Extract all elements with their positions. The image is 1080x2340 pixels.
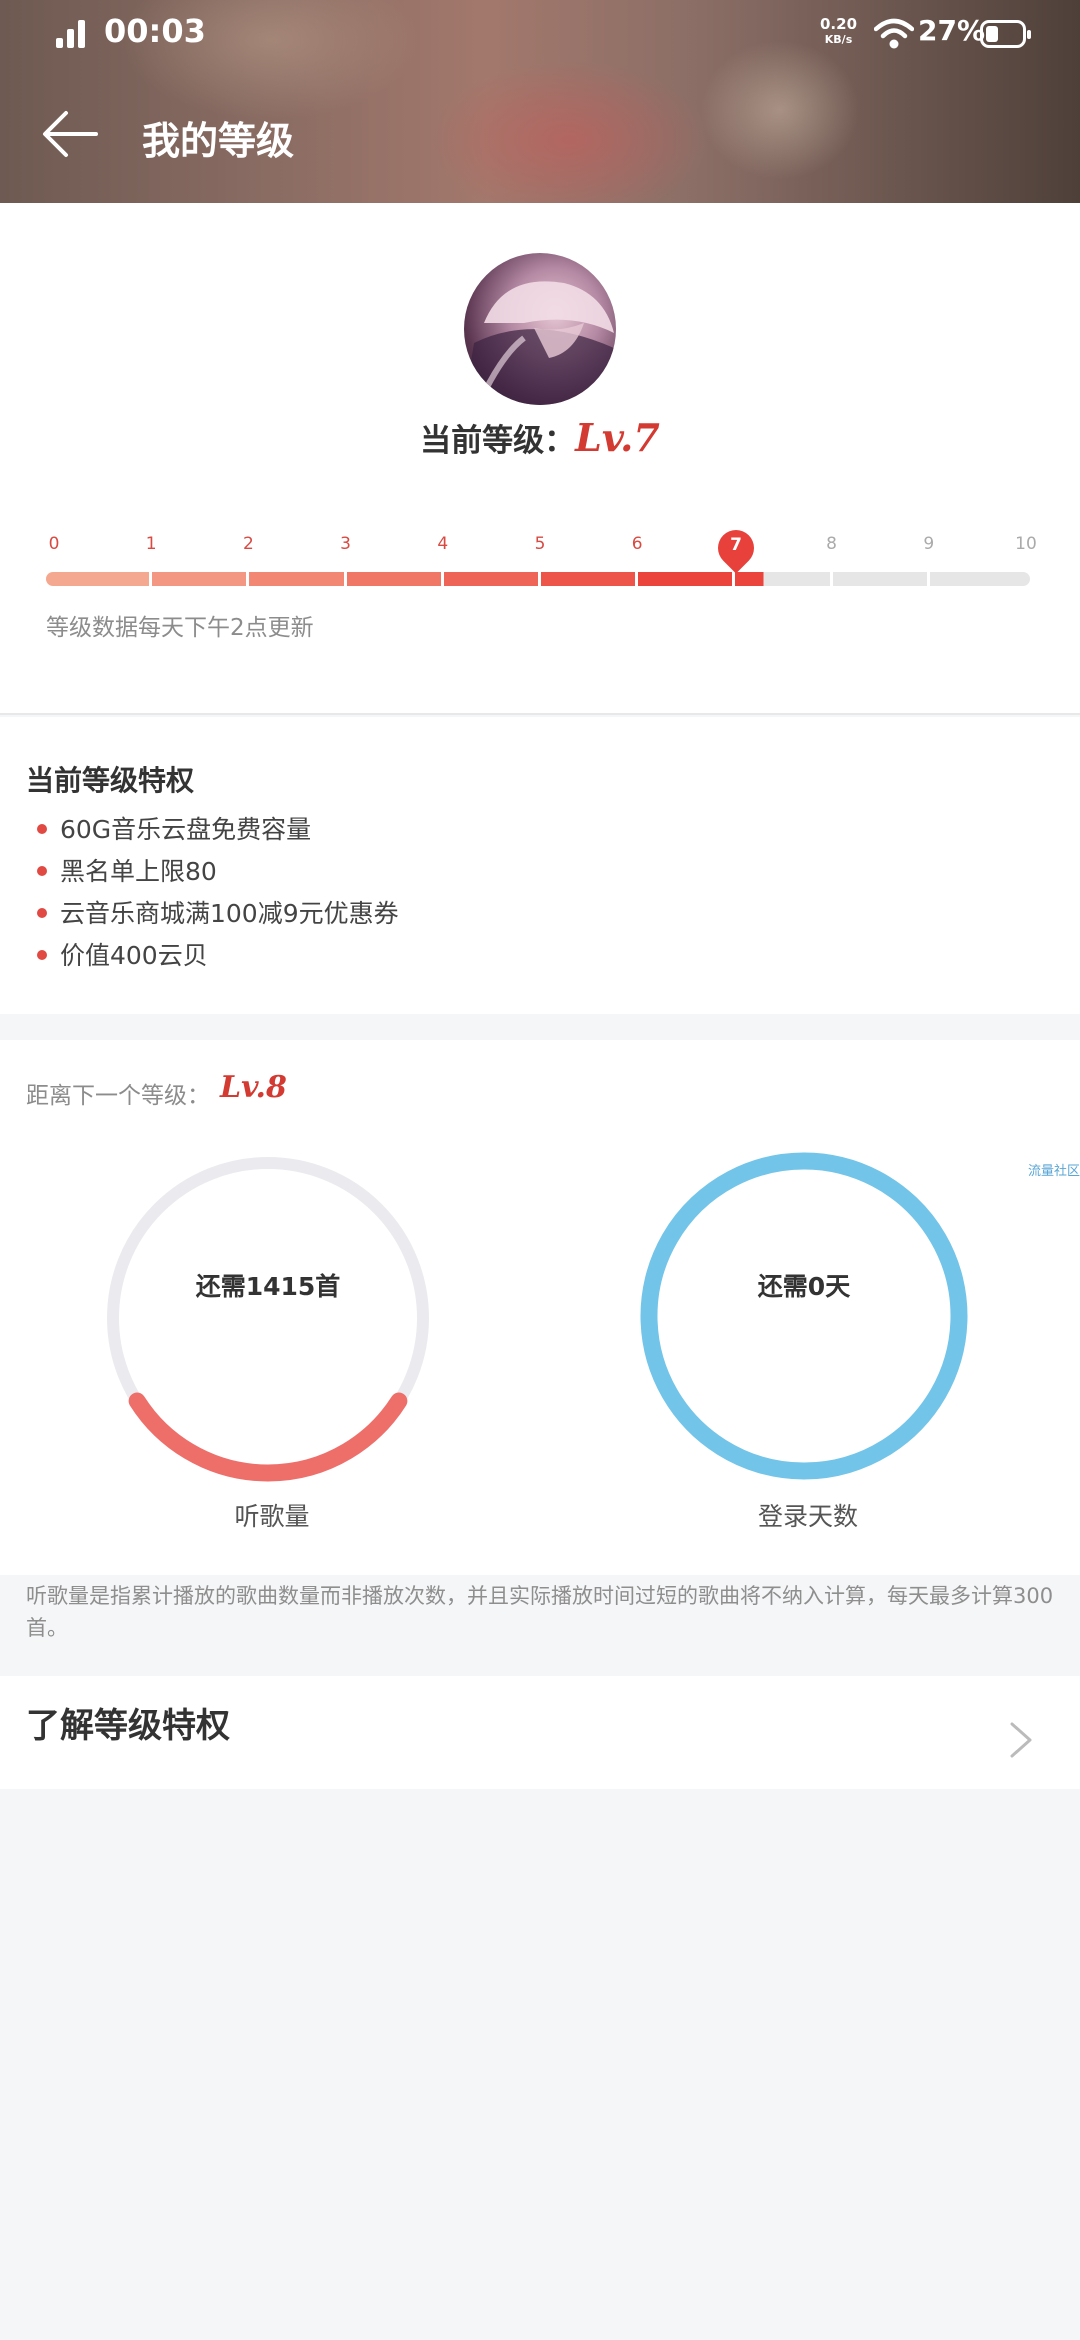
level-progress-segment — [832, 572, 927, 586]
level-progress-segment — [46, 572, 150, 586]
footnote: 听歌量是指累计播放的歌曲数量而非播放次数，并且实际播放时间过短的歌曲将不纳入计算… — [26, 1584, 1054, 1640]
privilege-item: 云音乐商城满100减9元优惠券 — [60, 899, 399, 928]
privileges-card: 当前等级特权 60G音乐云盘免费容量 黑名单上限80 云音乐商城满100减9元优… — [0, 717, 1080, 1014]
days-caption: 登录天数 — [757, 1502, 858, 1531]
songs-caption: 听歌量 — [234, 1502, 310, 1531]
level-progress-segment — [929, 572, 1030, 586]
days-ring-progress — [640, 1152, 968, 1480]
network-speed: 0.20 KB/s — [820, 16, 857, 48]
level-tick-label: 2 — [242, 534, 254, 554]
bullet-dot-icon — [37, 950, 47, 960]
bullet-dot-icon — [37, 824, 47, 834]
level-tick-label: 6 — [631, 534, 643, 554]
learn-privileges-label: 了解等级特权 — [26, 1706, 230, 1746]
status-bar: 00:03 0.20 KB/s 27% — [0, 0, 1080, 66]
level-progress-segment — [346, 572, 441, 586]
learn-privileges-row[interactable]: 了解等级特权 — [0, 1676, 1080, 1789]
update-note: 等级数据每天下午2点更新 — [46, 615, 314, 641]
side-tab-label[interactable]: 流量社区 — [1028, 1160, 1080, 1179]
current-level-value: Lv.7 — [575, 415, 660, 460]
next-level-card: 距离下一个等级： Lv.8 流量社区 还需1415首 听歌量 还需0天 登录天数 — [0, 1040, 1080, 1575]
privilege-item: 黑名单上限80 — [60, 857, 217, 886]
chevron-right-icon — [1010, 1722, 1032, 1758]
level-tick-label: 10 — [1015, 534, 1037, 554]
current-level-label: 当前等级： — [420, 423, 576, 459]
battery-icon — [980, 20, 1031, 48]
level-tick-label: 4 — [437, 534, 449, 554]
level-progress-segment — [541, 572, 636, 586]
songs-ring-progress — [128, 1392, 408, 1482]
level-progress-segment — [443, 572, 538, 586]
level-tick-label: 5 — [534, 534, 546, 554]
wifi-icon — [874, 18, 914, 49]
current-level-marker-label: 7 — [730, 535, 742, 555]
next-level-label: 距离下一个等级： — [26, 1083, 210, 1109]
days-remaining: 还需0天 — [757, 1272, 851, 1301]
network-speed-unit: KB/s — [824, 33, 853, 46]
level-progress-segment — [638, 572, 733, 586]
status-time: 00:03 — [104, 12, 206, 50]
songs-progress-ring — [107, 1157, 429, 1482]
level-progress-segment — [735, 572, 830, 586]
header: 00:03 0.20 KB/s 27% 我的等级 — [0, 0, 1080, 203]
current-level: 当前等级：Lv.7 — [0, 415, 1080, 460]
level-progress-segment — [249, 572, 344, 586]
level-tick-label: 9 — [923, 534, 935, 554]
battery-percent: 27% — [918, 14, 986, 47]
back-arrow-icon[interactable] — [36, 100, 104, 168]
privilege-item: 60G音乐云盘免费容量 — [60, 815, 312, 844]
bullet-dot-icon — [37, 908, 47, 918]
level-tick-label: 0 — [48, 534, 60, 554]
days-progress-ring — [640, 1152, 968, 1480]
level-tick-label: 8 — [826, 534, 837, 554]
page-title: 我的等级 — [142, 119, 295, 163]
avatar-illustration — [464, 281, 614, 405]
level-card: 当前等级：Lv.7 0 1 2 3 4 5 6 8 9 10 7 等级数据每天下午2点更新 — [0, 203, 1080, 715]
level-tick-label: 3 — [340, 534, 351, 554]
level-progress-segment — [152, 572, 247, 586]
network-speed-value: 0.20 — [820, 15, 858, 33]
songs-remaining: 还需1415首 — [195, 1272, 341, 1301]
current-level-marker: 7 — [710, 522, 762, 574]
bullet-dot-icon — [37, 866, 47, 876]
privilege-item: 价值400云贝 — [60, 941, 208, 970]
next-level-value: Lv.8 — [220, 1070, 287, 1105]
signal-icon — [56, 18, 88, 48]
level-tick-label: 1 — [145, 534, 157, 554]
privileges-title: 当前等级特权 — [26, 764, 195, 797]
header-background-blur — [430, 60, 710, 203]
avatar[interactable] — [464, 253, 616, 405]
